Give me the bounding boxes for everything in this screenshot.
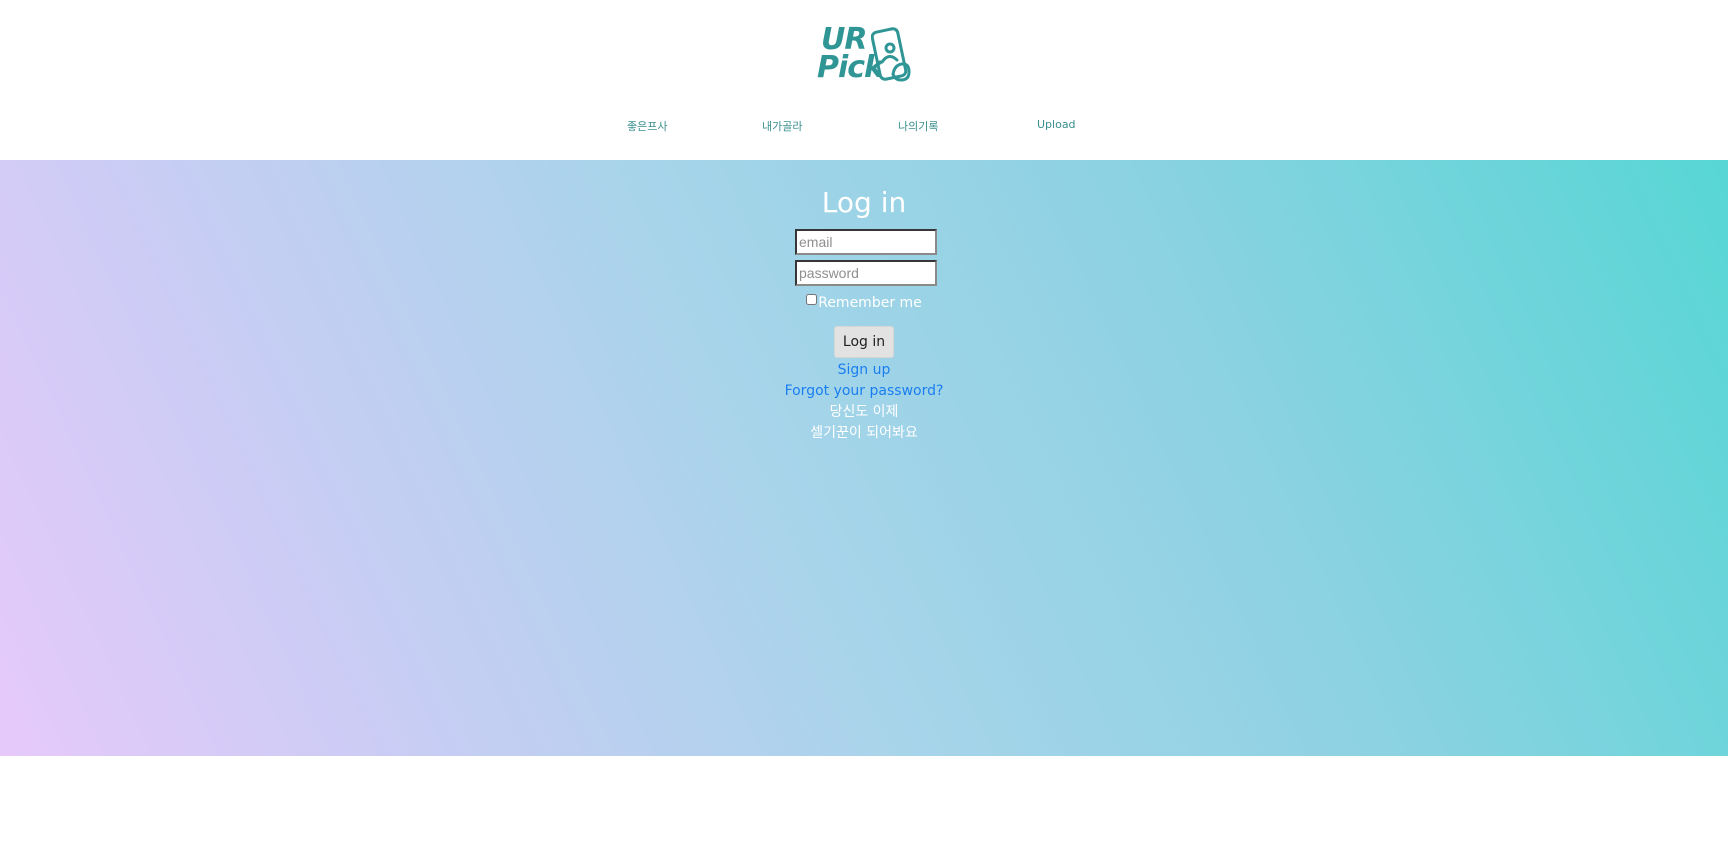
signup-link[interactable]: Sign up [0, 361, 1728, 379]
password-field[interactable] [795, 260, 937, 286]
site-header: UR Pick 좋은프사 내가골라 나의기록 Upload [0, 0, 1728, 160]
forgot-password-link[interactable]: Forgot your password? [0, 382, 1728, 400]
remember-me-checkbox[interactable] [806, 294, 818, 305]
nav-item-pick[interactable]: 내가골라 [762, 118, 802, 134]
nav-item-good-profile[interactable]: 좋은프사 [627, 118, 667, 134]
email-field[interactable] [795, 229, 937, 255]
main-nav: 좋은프사 내가골라 나의기록 Upload [0, 118, 1728, 138]
tagline-line1: 당신도 이제 [829, 404, 899, 420]
tagline-line2: 셀기꾼이 되어봐요 [810, 425, 918, 441]
remember-me-row: Remember me [0, 294, 1728, 312]
nav-item-my-records[interactable]: 나의기록 [898, 118, 938, 134]
page-title: Log in [821, 186, 907, 219]
login-button[interactable]: Log in [834, 326, 894, 358]
urpick-logo[interactable]: UR Pick [815, 24, 915, 88]
remember-me-label: Remember me [818, 295, 922, 311]
login-section: Log in Remember me Log in Sign up Forgot… [0, 160, 1728, 756]
phone-selfie-icon [871, 27, 911, 82]
nav-item-upload[interactable]: Upload [1037, 118, 1076, 131]
